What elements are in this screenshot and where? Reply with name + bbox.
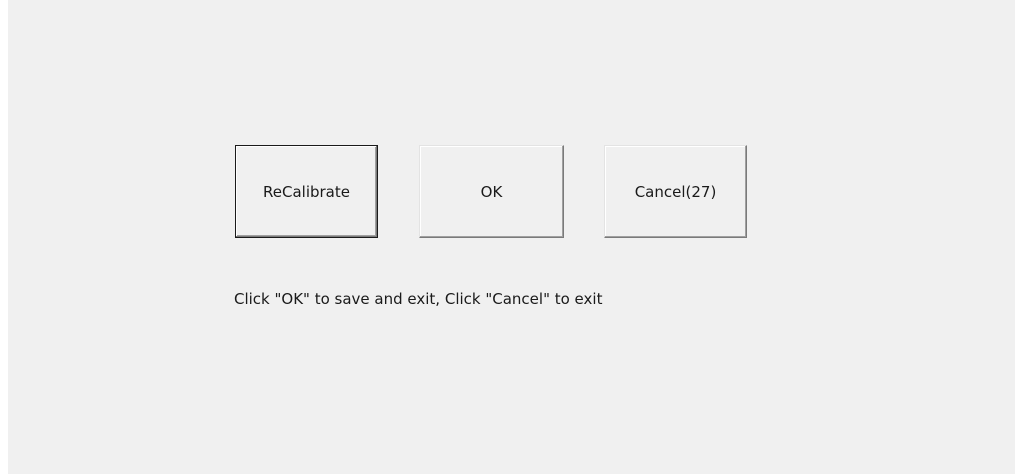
recalibrate-button[interactable]: ReCalibrate bbox=[235, 145, 378, 238]
cancel-button[interactable]: Cancel(27) bbox=[604, 145, 747, 238]
calibration-dialog: ReCalibrate OK Cancel(27) Click "OK" to … bbox=[8, 0, 1015, 474]
instruction-text: Click "OK" to save and exit, Click "Canc… bbox=[234, 290, 603, 308]
ok-button[interactable]: OK bbox=[419, 145, 564, 238]
